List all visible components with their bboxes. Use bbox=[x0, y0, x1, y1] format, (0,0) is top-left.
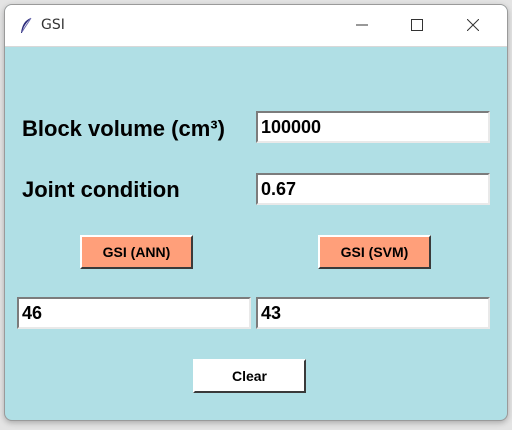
ann-result-field[interactable]: 46 bbox=[17, 297, 251, 329]
block-volume-label: Block volume (cm³) bbox=[22, 116, 225, 141]
maximize-button[interactable] bbox=[394, 5, 440, 46]
window-title: GSI bbox=[41, 17, 65, 33]
gsi-svm-button[interactable]: GSI (SVM) bbox=[318, 235, 431, 269]
close-button[interactable] bbox=[450, 5, 496, 46]
clear-button[interactable]: Clear bbox=[193, 359, 306, 393]
close-icon bbox=[467, 19, 479, 31]
app-window: GSI Block volume (cm³) 100000 Joint cond… bbox=[4, 4, 508, 421]
main-content: Block volume (cm³) 100000 Joint conditio… bbox=[5, 47, 507, 420]
feather-icon bbox=[19, 17, 33, 35]
minimize-icon bbox=[356, 24, 368, 26]
gsi-ann-button[interactable]: GSI (ANN) bbox=[80, 235, 193, 269]
minimize-button[interactable] bbox=[339, 5, 385, 46]
maximize-icon bbox=[411, 19, 423, 31]
joint-condition-label: Joint condition bbox=[22, 177, 180, 202]
svm-result-field[interactable]: 43 bbox=[256, 297, 490, 329]
joint-condition-input[interactable]: 0.67 bbox=[256, 173, 490, 205]
title-bar[interactable]: GSI bbox=[5, 5, 507, 47]
block-volume-input[interactable]: 100000 bbox=[256, 111, 490, 143]
